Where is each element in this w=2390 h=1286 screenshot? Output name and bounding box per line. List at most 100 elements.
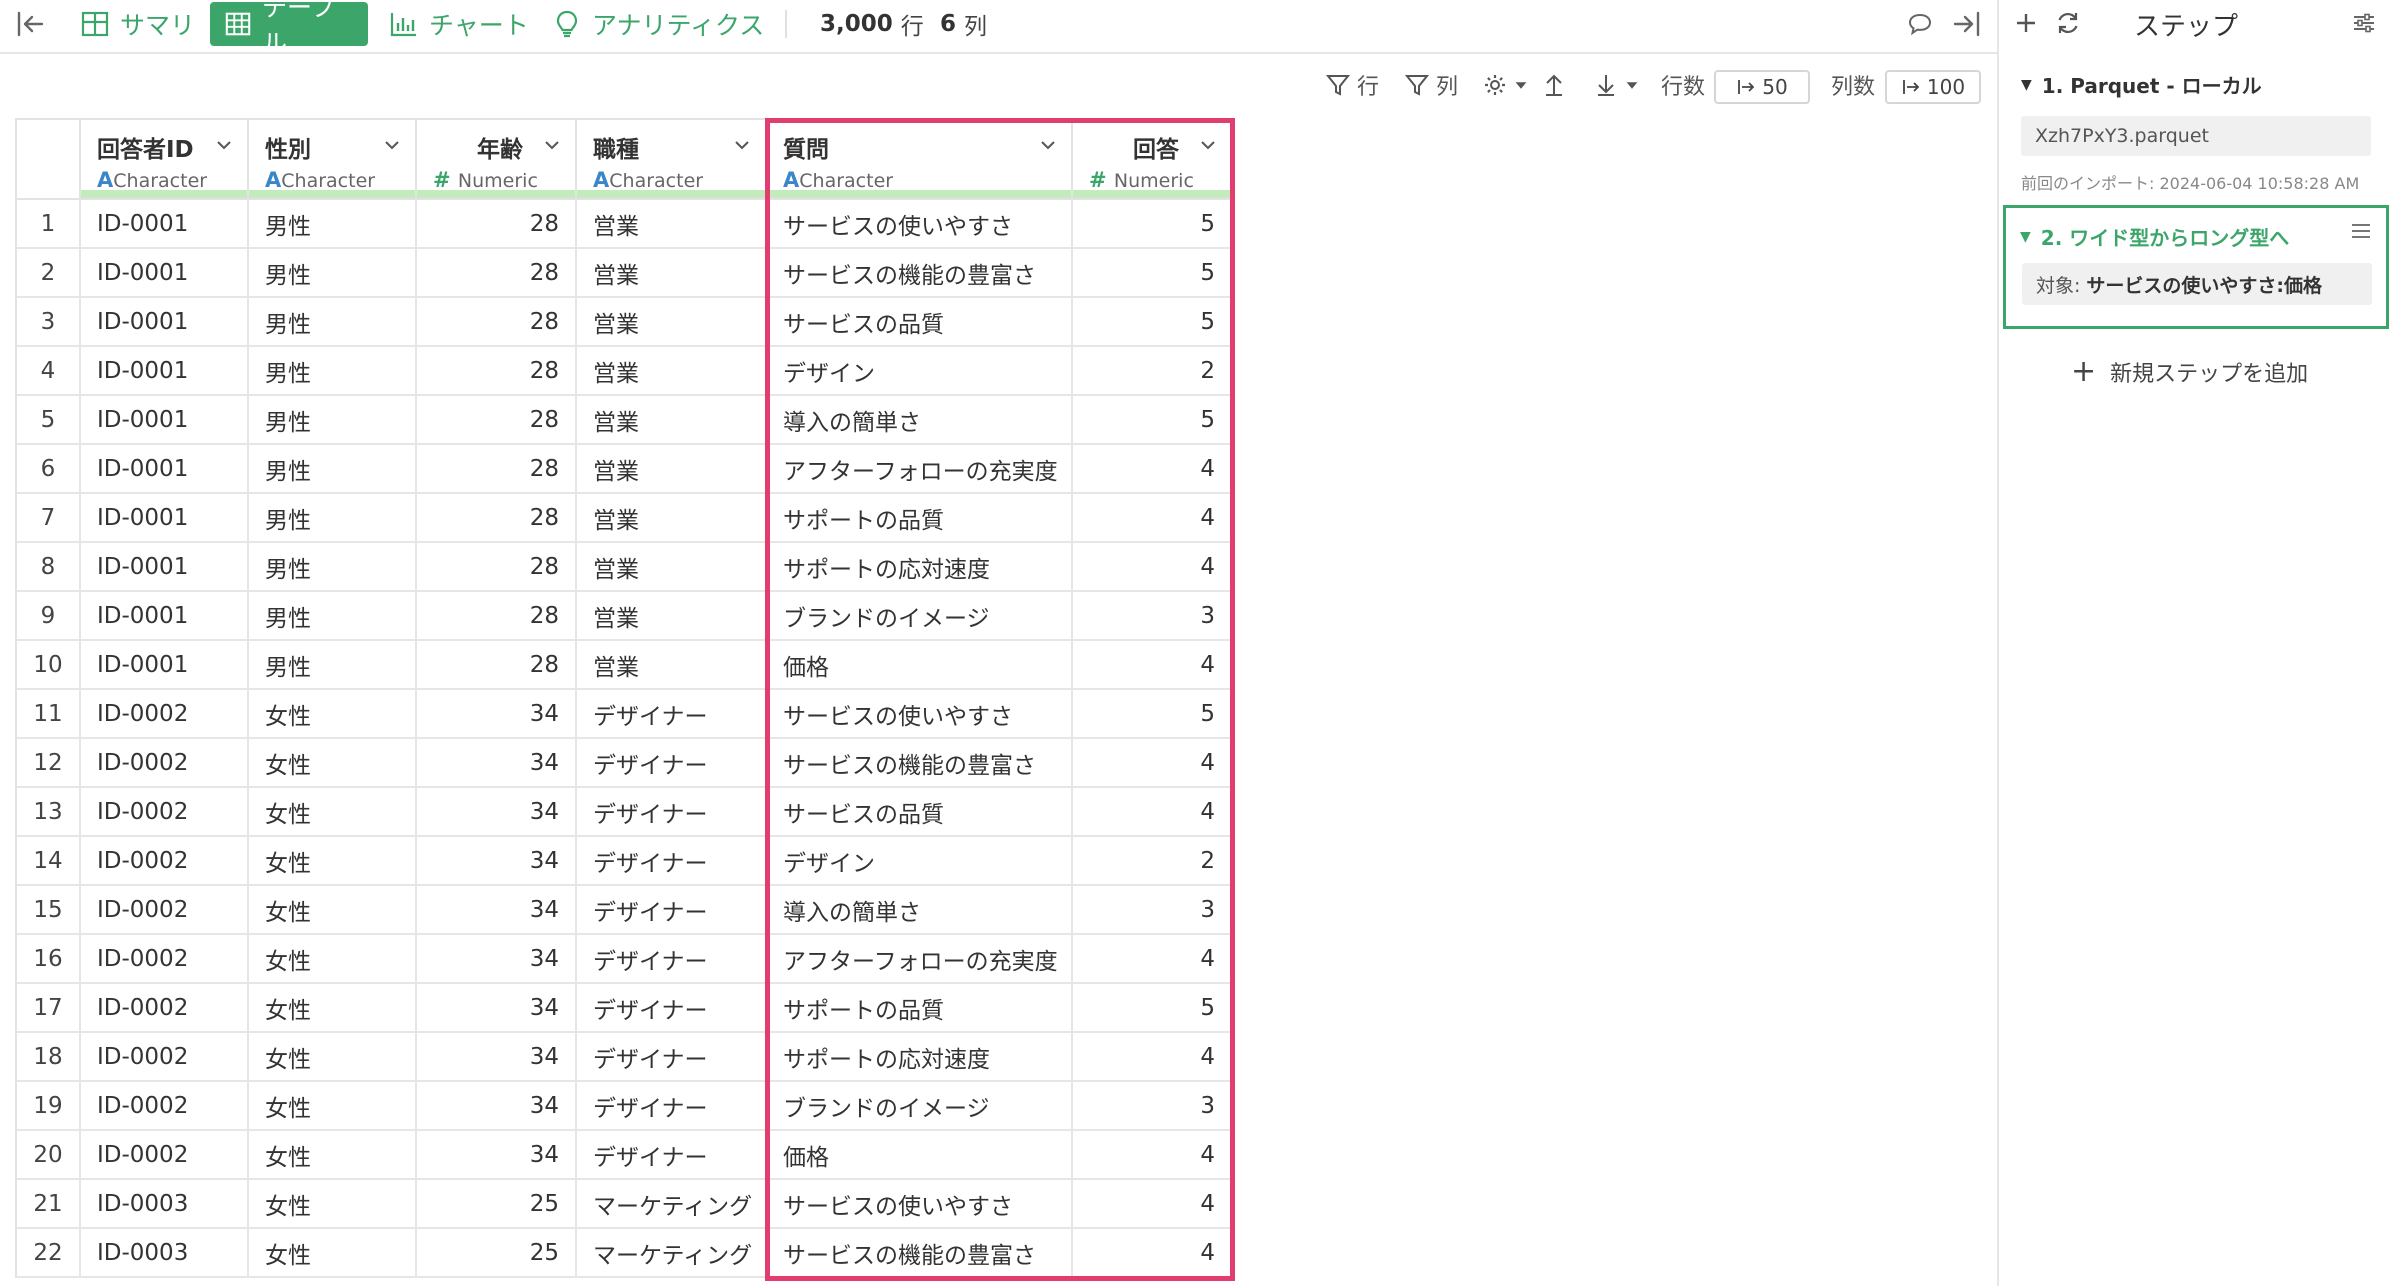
chevron-down-icon[interactable] <box>1039 136 1057 154</box>
table-cell: 3 <box>1073 1082 1233 1129</box>
table-cell: サービスの機能の豊富さ <box>767 1229 1073 1276</box>
table-cell: ID-0001 <box>81 298 249 345</box>
table-row[interactable]: 12 ID-0002 女性 34 デザイナー サービスの機能の豊富さ 4 <box>17 739 1233 788</box>
column-type-label: Character <box>113 170 208 192</box>
step-2-header[interactable]: ▼ 2. ワイド型からロング型へ <box>2020 222 2289 251</box>
plus-icon[interactable] <box>2009 6 2043 40</box>
table-cell: 営業 <box>577 200 767 247</box>
table-row[interactable]: 7 ID-0001 男性 28 営業 サポートの品質 4 <box>17 494 1233 543</box>
collapse-right-icon[interactable] <box>1947 0 1987 48</box>
cols-count-input[interactable]: 100 <box>1885 70 1981 104</box>
column-header[interactable]: 回答者ID ACharacter <box>81 120 249 198</box>
table-cell: 4 <box>1073 935 1233 982</box>
numeric-type-icon: # <box>433 168 458 192</box>
sliders-icon[interactable] <box>2347 6 2381 40</box>
chevron-down-icon[interactable] <box>733 136 751 154</box>
table-cell: 女性 <box>249 739 417 786</box>
table-cell: 5 <box>1073 984 1233 1031</box>
tab-summary[interactable]: サマリ <box>66 2 209 46</box>
table-cell: 34 <box>417 935 577 982</box>
download-dropdown[interactable] <box>1593 68 1639 102</box>
table-row[interactable]: 13 ID-0002 女性 34 デザイナー サービスの品質 4 <box>17 788 1233 837</box>
sort-ascending-button[interactable] <box>1541 68 1567 102</box>
tab-table[interactable]: テーブル <box>210 0 368 58</box>
table-cell: 3 <box>1073 886 1233 933</box>
row-count-unit: 行 <box>900 14 924 40</box>
column-header[interactable]: 質問 ACharacter <box>767 120 1073 198</box>
table-row[interactable]: 2 ID-0001 男性 28 営業 サービスの機能の豊富さ 5 <box>17 249 1233 298</box>
add-step-button[interactable]: + 新規ステップを追加 <box>2071 354 2308 389</box>
table-row[interactable]: 10 ID-0001 男性 28 営業 価格 4 <box>17 641 1233 690</box>
row-filter-button[interactable]: 行 <box>1325 68 1379 102</box>
table-row[interactable]: 11 ID-0002 女性 34 デザイナー サービスの使いやすさ 5 <box>17 690 1233 739</box>
column-type-label: Character <box>609 170 704 192</box>
collapse-left-icon[interactable] <box>10 0 50 48</box>
col-filter-button[interactable]: 列 <box>1404 68 1458 102</box>
table-row[interactable]: 17 ID-0002 女性 34 デザイナー サポートの品質 5 <box>17 984 1233 1033</box>
col-count-value: 6 <box>940 11 957 37</box>
column-header[interactable]: 職種 ACharacter <box>577 120 767 198</box>
table-cell: 28 <box>417 298 577 345</box>
table-cell: サービスの使いやすさ <box>767 200 1073 247</box>
row-number: 20 <box>17 1131 81 1178</box>
table-row[interactable]: 21 ID-0003 女性 25 マーケティング サービスの使いやすさ 4 <box>17 1180 1233 1229</box>
step-2-title: 2. ワイド型からロング型へ <box>2040 226 2290 250</box>
step-1-header[interactable]: ▼ 1. Parquet - ローカル <box>2021 70 2262 99</box>
table-row[interactable]: 4 ID-0001 男性 28 営業 デザイン 2 <box>17 347 1233 396</box>
column-header[interactable]: 回答 # Numeric <box>1073 120 1233 198</box>
column-header[interactable]: 性別 ACharacter <box>249 120 417 198</box>
tab-chart[interactable]: チャート <box>375 2 543 46</box>
table-cell: ID-0002 <box>81 788 249 835</box>
row-number: 8 <box>17 543 81 590</box>
settings-dropdown[interactable] <box>1482 68 1528 102</box>
table-row[interactable]: 1 ID-0001 男性 28 営業 サービスの使いやすさ 5 <box>17 200 1233 249</box>
chevron-down-icon[interactable] <box>1199 136 1217 154</box>
table-row[interactable]: 14 ID-0002 女性 34 デザイナー デザイン 2 <box>17 837 1233 886</box>
table-row[interactable]: 5 ID-0001 男性 28 営業 導入の簡単さ 5 <box>17 396 1233 445</box>
table-cell: 女性 <box>249 690 417 737</box>
steps-panel-header: ステップ <box>1999 0 2390 48</box>
steps-panel-title: ステップ <box>2134 12 2239 42</box>
chevron-down-icon[interactable] <box>215 136 233 154</box>
table-row[interactable]: 15 ID-0002 女性 34 デザイナー 導入の簡単さ 3 <box>17 886 1233 935</box>
character-type-icon: A <box>593 168 610 192</box>
table-cell: サービスの機能の豊富さ <box>767 249 1073 296</box>
comment-icon[interactable] <box>1900 0 1940 48</box>
table-cell: ID-0002 <box>81 1033 249 1080</box>
table-cell: 28 <box>417 592 577 639</box>
refresh-icon[interactable] <box>2051 6 2085 40</box>
column-header[interactable]: 年齢 # Numeric <box>417 120 577 198</box>
table-row[interactable]: 20 ID-0002 女性 34 デザイナー 価格 4 <box>17 1131 1233 1180</box>
table-row[interactable]: 22 ID-0003 女性 25 マーケティング サービスの機能の豊富さ 4 <box>17 1229 1233 1278</box>
step-1-file: Xzh7PxY3.parquet <box>2021 116 2371 156</box>
step-1-import-note: 前回のインポート: 2024-06-04 10:58:28 AM <box>2021 174 2360 193</box>
table-cell: ID-0002 <box>81 837 249 884</box>
table-cell: ID-0002 <box>81 690 249 737</box>
chevron-down-icon[interactable] <box>543 136 561 154</box>
table-cell: ID-0001 <box>81 641 249 688</box>
hamburger-menu-icon[interactable] <box>2350 222 2372 240</box>
table-header-row: 回答者ID ACharacter 性別 ACharacter 年齢 # Numeric 職種… <box>17 118 1233 200</box>
column-quality-bar <box>577 190 765 198</box>
table-cell: サービスの使いやすさ <box>767 690 1073 737</box>
table-row[interactable]: 6 ID-0001 男性 28 営業 アフターフォローの充実度 4 <box>17 445 1233 494</box>
table-cell: ID-0001 <box>81 445 249 492</box>
rows-count-input[interactable]: 50 <box>1714 70 1810 104</box>
step-2-card[interactable]: ▼ 2. ワイド型からロング型へ 対象: サービスの使いやすさ:価格 <box>2003 205 2389 329</box>
table-cell: 34 <box>417 1082 577 1129</box>
table-cell: ID-0002 <box>81 984 249 1031</box>
row-number: 7 <box>17 494 81 541</box>
table-row[interactable]: 3 ID-0001 男性 28 営業 サービスの品質 5 <box>17 298 1233 347</box>
tab-analytics[interactable]: アナリティクス <box>538 2 778 46</box>
table-cell: デザイナー <box>577 739 767 786</box>
table-cell: 男性 <box>249 396 417 443</box>
table-cell: 2 <box>1073 837 1233 884</box>
table-row[interactable]: 16 ID-0002 女性 34 デザイナー アフターフォローの充実度 4 <box>17 935 1233 984</box>
tab-chart-label: チャート <box>429 11 529 40</box>
chevron-down-icon[interactable] <box>383 136 401 154</box>
table-row[interactable]: 9 ID-0001 男性 28 営業 ブランドのイメージ 3 <box>17 592 1233 641</box>
table-row[interactable]: 19 ID-0002 女性 34 デザイナー ブランドのイメージ 3 <box>17 1082 1233 1131</box>
table-row[interactable]: 8 ID-0001 男性 28 営業 サポートの応対速度 4 <box>17 543 1233 592</box>
table-row[interactable]: 18 ID-0002 女性 34 デザイナー サポートの応対速度 4 <box>17 1033 1233 1082</box>
column-type: ACharacter <box>265 168 399 192</box>
